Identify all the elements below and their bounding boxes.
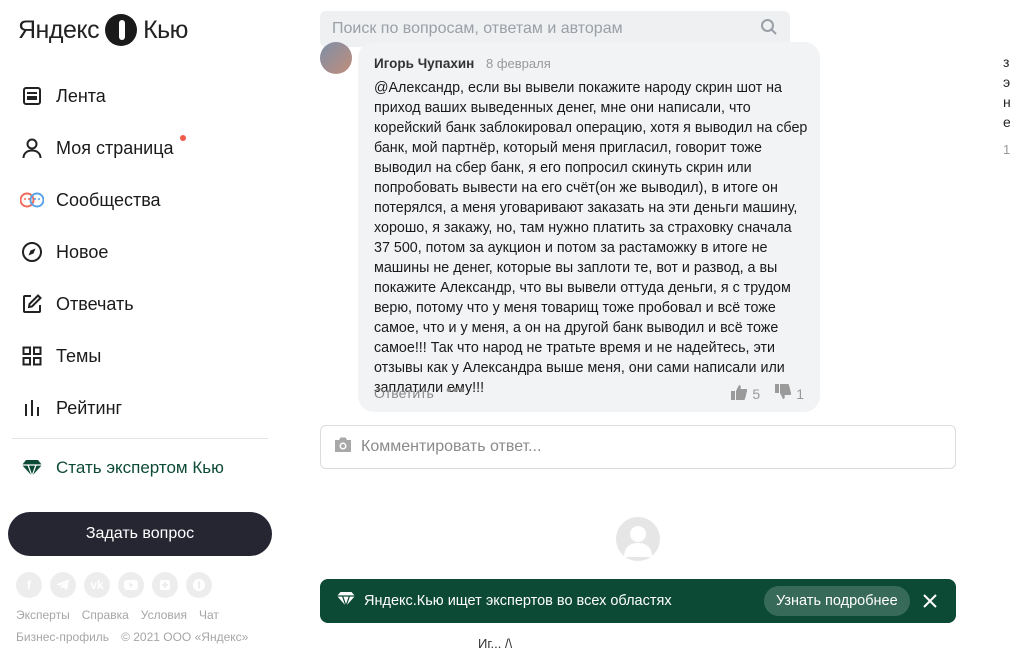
nav-label: Моя страница [56, 137, 174, 158]
comment-author-name[interactable]: Игорь Чупахин [374, 56, 474, 71]
diamond-icon [20, 456, 44, 480]
thumbs-down-icon [774, 383, 792, 404]
become-expert-label: Стать экспертом Кью [56, 458, 224, 477]
more-options-button[interactable]: ••• [446, 382, 466, 400]
dislike-count: 1 [796, 385, 804, 402]
rating-icon [20, 396, 44, 420]
nav-item-new[interactable]: Новое [0, 226, 290, 278]
logo-q-icon [105, 14, 138, 46]
truncated-right-text: з э н е [1003, 54, 1010, 130]
footer-link-help[interactable]: Справка [82, 608, 129, 622]
comment-bubble: Игорь Чупахин 8 февраля @Александр, если… [358, 42, 820, 412]
camera-icon[interactable] [333, 436, 353, 459]
truncated-right-number: 1 [1003, 142, 1010, 157]
facebook-icon[interactable]: f [16, 572, 42, 598]
edit-icon [20, 292, 44, 316]
nav-item-answer[interactable]: Отвечать [0, 278, 290, 330]
vote-controls: 5 1 [730, 383, 804, 404]
user-icon [20, 136, 44, 160]
become-expert-link[interactable]: Стать экспертом Кью [20, 456, 224, 480]
logo-left-text: Яндекс [18, 15, 100, 44]
comment-author-avatar[interactable] [320, 42, 352, 74]
comment-input-box [320, 425, 956, 469]
yandex-q-logo[interactable]: Яндекс Кью [18, 14, 188, 46]
close-icon[interactable] [920, 591, 940, 611]
sidebar: Яндекс Кью Лента Моя страница Сообщества [0, 0, 290, 644]
like-button[interactable]: 5 [730, 383, 760, 404]
learn-more-button[interactable]: Узнать подробнее [764, 586, 910, 616]
social-links: f vk [16, 572, 212, 598]
main-nav: Лента Моя страница Сообщества Новое Отве… [0, 70, 290, 434]
search-icon[interactable] [760, 18, 778, 41]
dislike-button[interactable]: 1 [774, 383, 804, 404]
yandex-q-social-icon[interactable] [186, 572, 212, 598]
nav-label: Рейтинг [56, 397, 123, 418]
logo-right-text: Кью [143, 15, 188, 44]
sidebar-divider [12, 438, 268, 439]
comment-date: 8 февраля [486, 56, 551, 71]
compass-icon [20, 240, 44, 264]
telegram-icon[interactable] [50, 572, 76, 598]
truncated-bottom-text: Иг... /\ [478, 636, 513, 651]
diamond-icon [336, 591, 356, 611]
nav-label: Темы [56, 345, 102, 366]
like-count: 5 [752, 385, 761, 402]
nav-label: Новое [56, 241, 109, 262]
nav-item-topics[interactable]: Темы [0, 330, 290, 382]
thumbs-up-icon [730, 383, 748, 404]
nav-item-feed[interactable]: Лента [0, 70, 290, 122]
footer-link-experts[interactable]: Эксперты [16, 608, 70, 622]
comment-input[interactable] [361, 438, 955, 456]
nav-label: Лента [56, 85, 106, 106]
expert-recruit-banner: Яндекс.Кью ищет экспертов во всех област… [320, 579, 956, 623]
youtube-icon[interactable] [118, 572, 144, 598]
reply-button[interactable]: Ответить [374, 385, 434, 401]
nav-label: Отвечать [56, 293, 134, 314]
nav-label: Сообщества [56, 189, 161, 210]
communities-icon [20, 188, 44, 212]
footer-link-terms[interactable]: Условия [141, 608, 187, 622]
footer-link-chat[interactable]: Чат [199, 608, 219, 622]
ok-icon[interactable] [152, 572, 178, 598]
search-input[interactable] [332, 20, 760, 38]
nav-item-rating[interactable]: Рейтинг [0, 382, 290, 434]
nav-item-communities[interactable]: Сообщества [0, 174, 290, 226]
user-placeholder-avatar [616, 517, 660, 561]
footer-links: Эксперты Справка Условия Чат [16, 608, 219, 622]
grid-icon [20, 344, 44, 368]
nav-item-my-page[interactable]: Моя страница [0, 122, 290, 174]
ask-question-button[interactable]: Задать вопрос [8, 512, 272, 556]
banner-text: Яндекс.Кью ищет экспертов во всех област… [364, 593, 672, 609]
comment-text: @Александр, если вы вывели покажите наро… [374, 80, 808, 396]
vk-icon[interactable]: vk [84, 572, 110, 598]
notification-dot [180, 135, 186, 141]
feed-icon [20, 84, 44, 108]
